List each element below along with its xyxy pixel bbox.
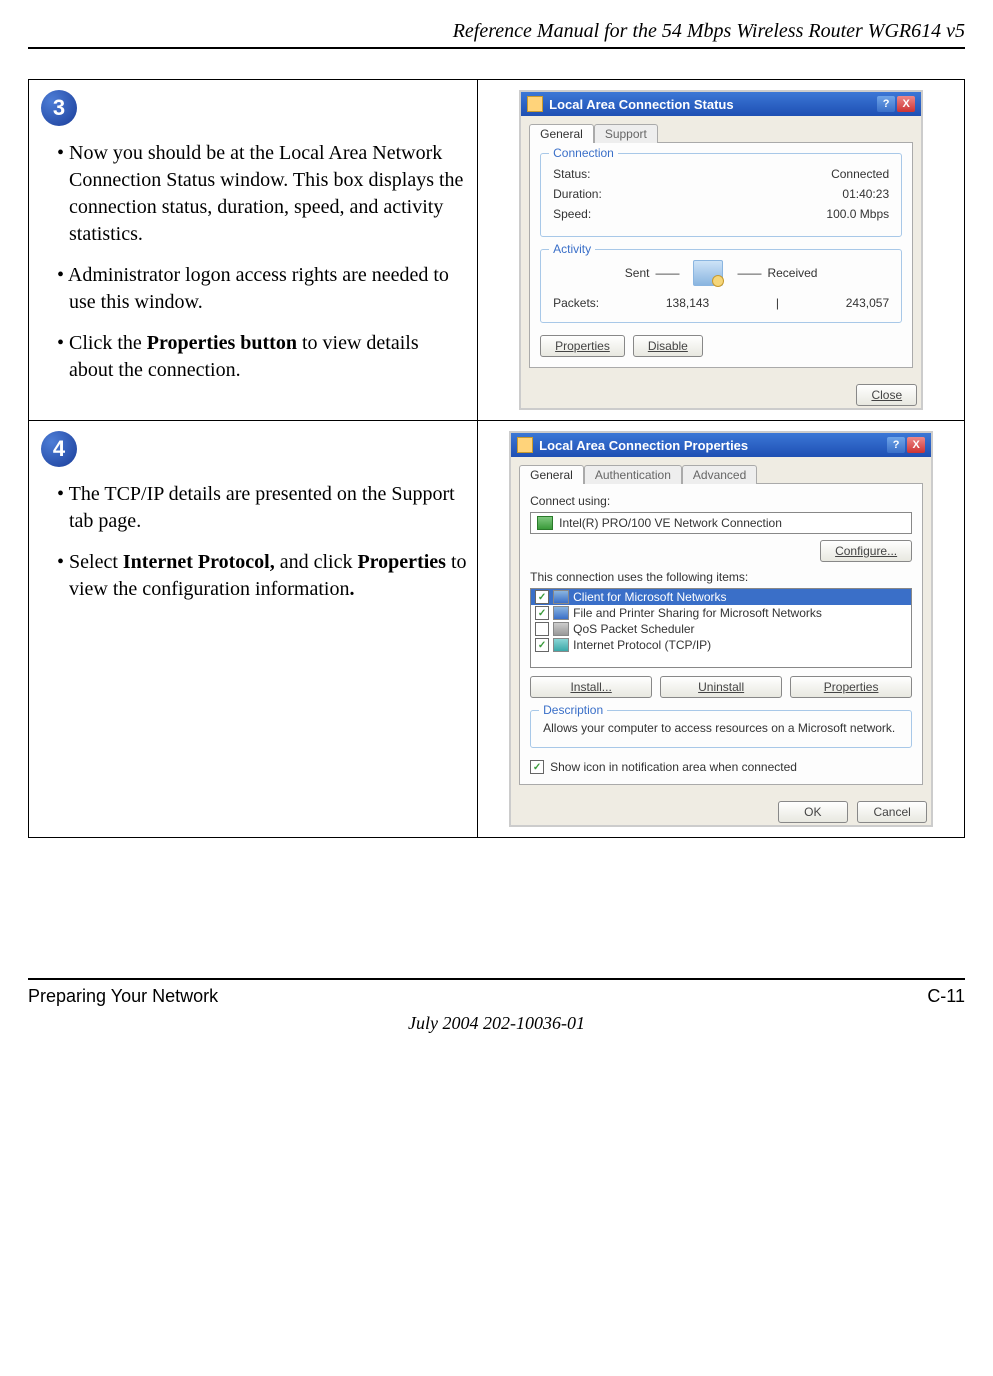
step3-bullet2: Administrator logon access rights are ne… — [57, 262, 467, 316]
description-legend: Description — [539, 703, 607, 717]
network-icon — [693, 260, 723, 286]
configure-button[interactable]: Configure... — [820, 540, 912, 562]
received-label: Received — [767, 266, 817, 280]
show-icon-checkbox[interactable]: ✓ — [530, 760, 544, 774]
status-label: Status: — [553, 167, 590, 181]
nic-name: Intel(R) PRO/100 VE Network Connection — [559, 516, 782, 530]
step3-screenshot-cell: Local Area Connection Status ? X General… — [478, 80, 965, 421]
ok-button[interactable]: OK — [778, 801, 848, 823]
packets-received: 243,057 — [846, 296, 889, 310]
tab-support[interactable]: Support — [594, 124, 658, 143]
list-item[interactable]: ✓Client for Microsoft Networks — [531, 589, 911, 605]
step3-bullet1: Now you should be at the Local Area Netw… — [57, 140, 467, 248]
show-icon-label: Show icon in notification area when conn… — [550, 760, 797, 774]
steps-table: 3 Now you should be at the Local Area Ne… — [28, 79, 965, 838]
help-icon[interactable]: ? — [887, 437, 905, 453]
uninstall-button[interactable]: Uninstall — [660, 676, 782, 698]
packets-label: Packets: — [553, 296, 599, 310]
checkbox-icon[interactable]: ✓ — [535, 606, 549, 620]
tab-general[interactable]: General — [519, 465, 584, 484]
qos-icon — [553, 622, 569, 636]
status-window-title: Local Area Connection Status — [549, 97, 733, 112]
close-icon[interactable]: X — [907, 437, 925, 453]
list-item[interactable]: ✓Internet Protocol (TCP/IP) — [531, 637, 911, 653]
step-badge-3: 3 — [41, 90, 77, 126]
speed-label: Speed: — [553, 207, 591, 221]
share-icon — [553, 606, 569, 620]
step-badge-4: 4 — [41, 431, 77, 467]
status-window: Local Area Connection Status ? X General… — [519, 90, 923, 410]
disable-button[interactable]: Disable — [633, 335, 703, 357]
connection-group: Connection Status:Connected Duration:01:… — [540, 153, 902, 237]
items-listbox[interactable]: ✓Client for Microsoft Networks ✓File and… — [530, 588, 912, 668]
sent-label: Sent — [625, 266, 650, 280]
close-icon[interactable]: X — [897, 96, 915, 112]
help-icon[interactable]: ? — [877, 96, 895, 112]
footer-page: C-11 — [927, 986, 965, 1007]
speed-value: 100.0 Mbps — [826, 207, 889, 221]
window-icon — [517, 437, 533, 453]
step3-bullets: Now you should be at the Local Area Netw… — [39, 140, 467, 384]
properties-button[interactable]: Properties — [540, 335, 625, 357]
step3-text-cell: 3 Now you should be at the Local Area Ne… — [29, 80, 478, 421]
tab-authentication[interactable]: Authentication — [584, 465, 682, 484]
status-window-titlebar: Local Area Connection Status ? X — [521, 92, 921, 116]
connect-using-label: Connect using: — [530, 494, 912, 508]
tab-advanced[interactable]: Advanced — [682, 465, 757, 484]
nic-icon — [537, 516, 553, 530]
duration-value: 01:40:23 — [842, 187, 889, 201]
checkbox-icon[interactable] — [535, 622, 549, 636]
step4-bullet2: Select Internet Protocol, and click Prop… — [57, 549, 467, 603]
connection-legend: Connection — [549, 146, 618, 160]
uses-items-label: This connection uses the following items… — [530, 570, 912, 584]
tab-general[interactable]: General — [529, 124, 594, 143]
nic-field: Intel(R) PRO/100 VE Network Connection — [530, 512, 912, 534]
tcpip-icon — [553, 638, 569, 652]
status-value: Connected — [831, 167, 889, 181]
step4-screenshot-cell: Local Area Connection Properties ? X Gen… — [478, 421, 965, 838]
cancel-button[interactable]: Cancel — [857, 801, 927, 823]
properties-window-title: Local Area Connection Properties — [539, 438, 748, 453]
step4-text-cell: 4 The TCP/IP details are presented on th… — [29, 421, 478, 838]
step3-bullet3: Click the Properties button to view deta… — [57, 330, 467, 384]
activity-group: Activity Sent —— —— Received — [540, 249, 902, 323]
activity-legend: Activity — [549, 242, 595, 256]
page-footer: Preparing Your Network C-11 — [28, 978, 965, 1007]
client-icon — [553, 590, 569, 604]
checkbox-icon[interactable]: ✓ — [535, 590, 549, 604]
duration-label: Duration: — [553, 187, 602, 201]
properties-window-titlebar: Local Area Connection Properties ? X — [511, 433, 931, 457]
footer-section: Preparing Your Network — [28, 986, 218, 1007]
item-properties-button[interactable]: Properties — [790, 676, 912, 698]
footer-date: July 2004 202-10036-01 — [28, 1013, 965, 1034]
description-text: Allows your computer to access resources… — [543, 721, 899, 735]
list-item[interactable]: QoS Packet Scheduler — [531, 621, 911, 637]
page-header: Reference Manual for the 54 Mbps Wireles… — [28, 20, 965, 49]
list-item[interactable]: ✓File and Printer Sharing for Microsoft … — [531, 605, 911, 621]
step4-bullets: The TCP/IP details are presented on the … — [39, 481, 467, 603]
checkbox-icon[interactable]: ✓ — [535, 638, 549, 652]
step4-bullet1: The TCP/IP details are presented on the … — [57, 481, 467, 535]
properties-window: Local Area Connection Properties ? X Gen… — [509, 431, 933, 827]
description-group: Description Allows your computer to acce… — [530, 710, 912, 748]
window-icon — [527, 96, 543, 112]
install-button[interactable]: Install... — [530, 676, 652, 698]
packets-sent: 138,143 — [666, 296, 709, 310]
close-button[interactable]: Close — [856, 384, 917, 406]
